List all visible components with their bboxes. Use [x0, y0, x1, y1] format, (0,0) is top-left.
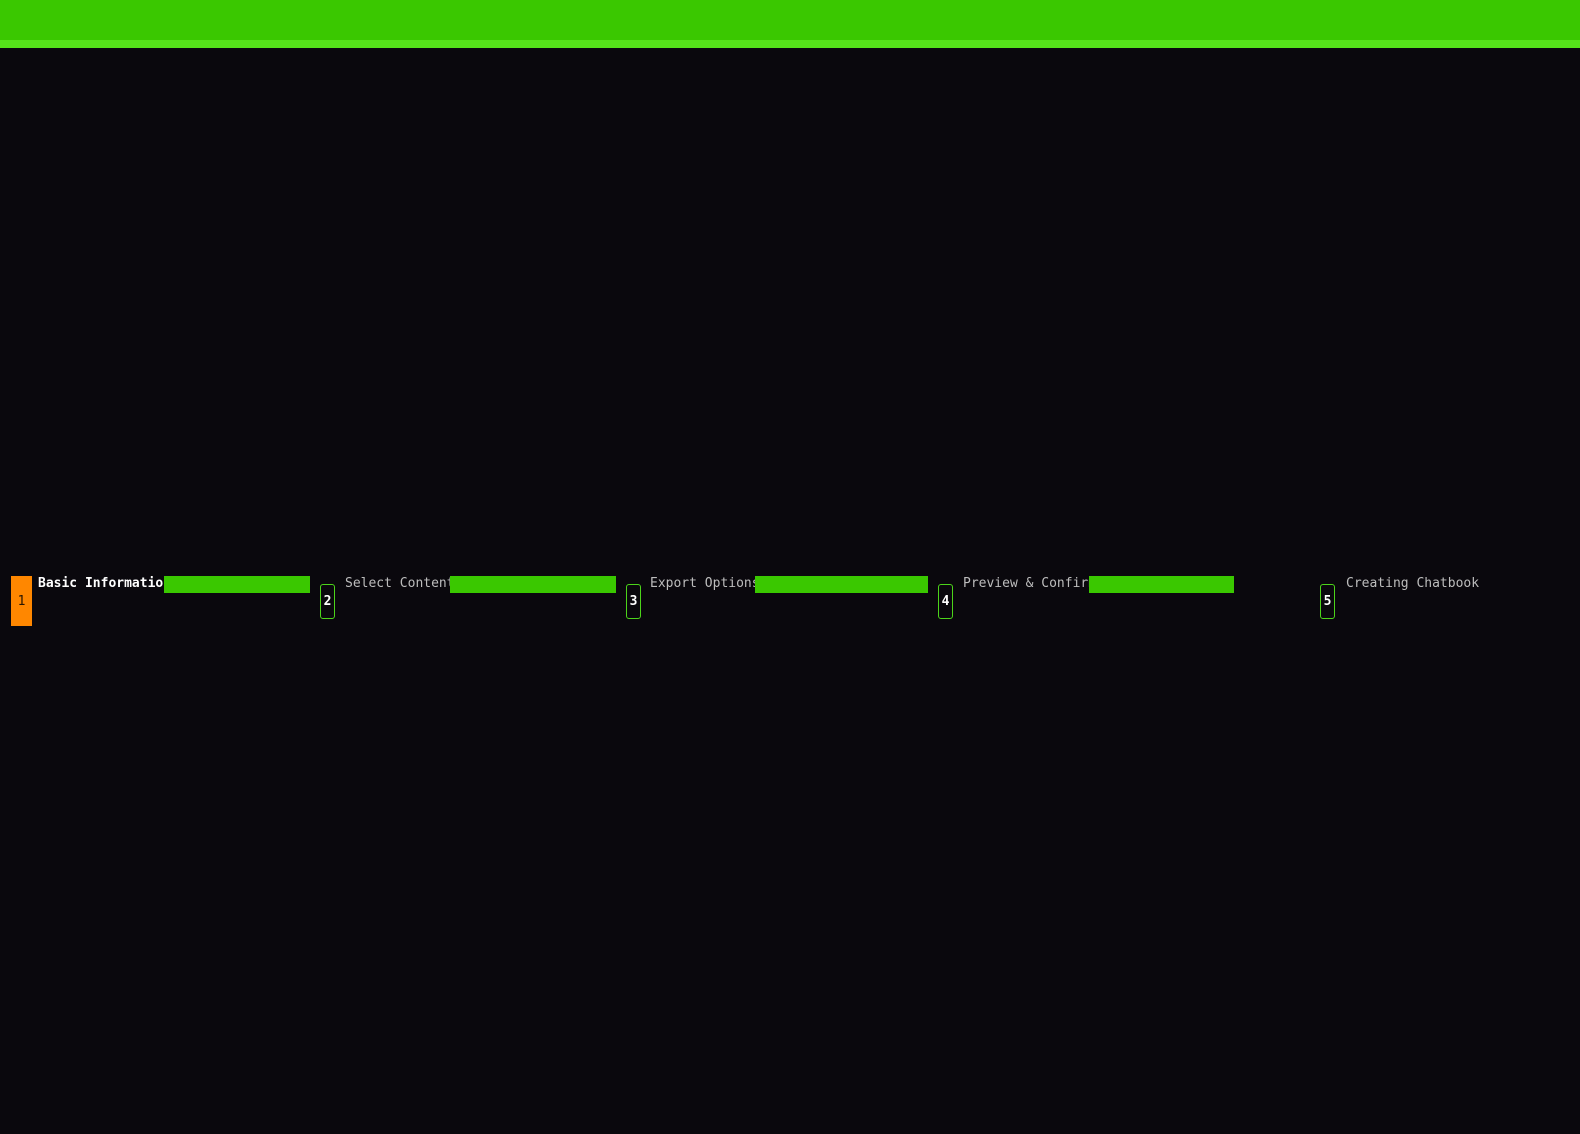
header-underline: [0, 40, 1580, 48]
step-number-5: 5: [1320, 584, 1335, 619]
step-connector-3: [755, 576, 928, 593]
step-number-1: 1: [11, 576, 32, 626]
step-label-select-content: Select Content: [345, 576, 455, 591]
step-number-2: 2: [320, 584, 335, 619]
step-number-3: 3: [626, 584, 641, 619]
step-label-basic-information: Basic Information: [38, 576, 172, 591]
step-label-creating-chatbook: Creating Chatbook: [1346, 576, 1480, 591]
step-connector-2: [450, 576, 616, 593]
step-connector-1: [164, 576, 310, 593]
header-bar: [0, 0, 1580, 40]
step-number-4: 4: [938, 584, 953, 619]
step-label-export-options: Export Options: [650, 576, 760, 591]
wizard-stepper: 1 Basic Information 2 Select Content 3 E…: [0, 560, 1580, 640]
step-connector-4: [1089, 576, 1234, 593]
step-label-preview-confirm: Preview & Confirm: [963, 576, 1097, 591]
